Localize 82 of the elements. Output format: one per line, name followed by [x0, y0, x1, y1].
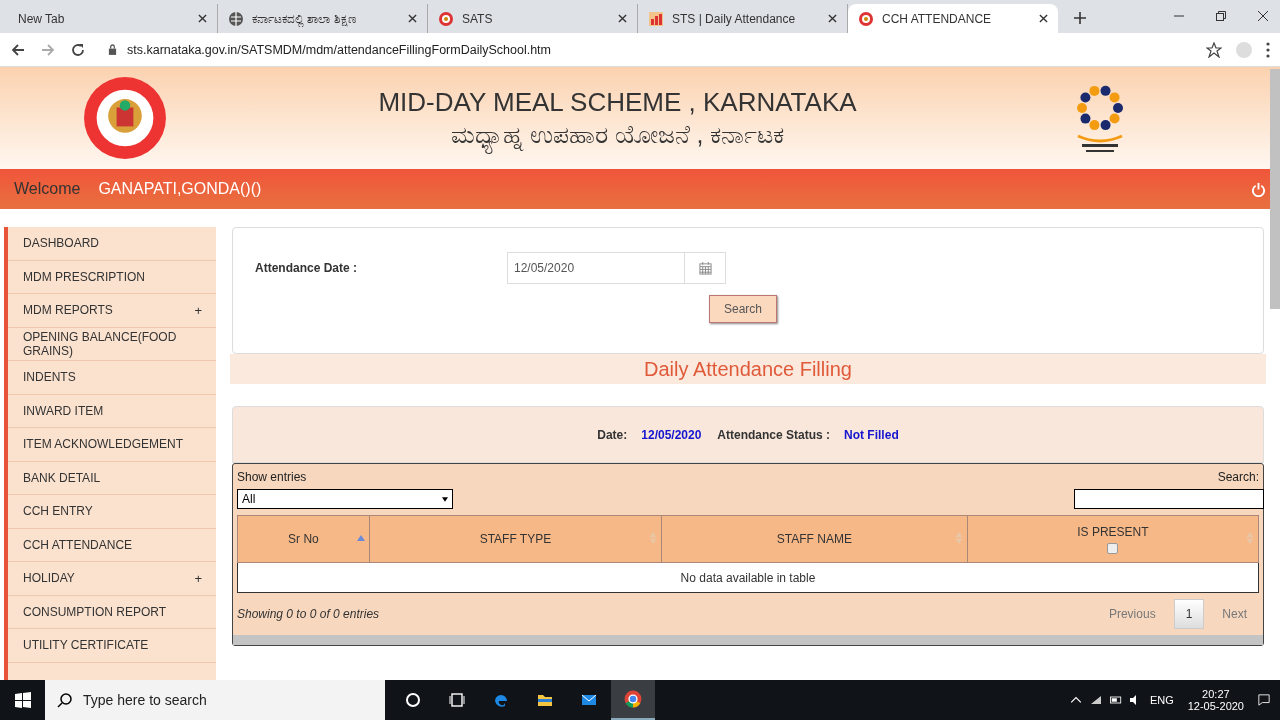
close-icon[interactable]	[1039, 14, 1048, 23]
cortana-icon[interactable]	[405, 692, 421, 708]
tab-title: CCH ATTENDANCE	[882, 11, 993, 26]
restore-icon[interactable]	[1216, 11, 1226, 21]
status-label: Attendance Status :	[717, 427, 831, 442]
calendar-icon	[698, 261, 712, 275]
page-button[interactable]: 1	[1173, 599, 1205, 629]
status-value: Not Filled	[844, 427, 899, 442]
sidebar-item[interactable]: CCH ATTENDANCE	[8, 528, 216, 562]
globe-icon	[228, 10, 244, 27]
column-header[interactable]: STAFF NAME	[661, 515, 968, 563]
search-button[interactable]: Search	[709, 295, 778, 323]
tab-title: SATS	[462, 11, 494, 26]
sidebar-item[interactable]: INWARD ITEM	[8, 394, 216, 428]
welcome-label: Welcome	[14, 180, 81, 198]
reload-icon[interactable]	[70, 41, 86, 58]
vertical-scrollbar[interactable]	[1270, 69, 1280, 309]
power-icon[interactable]	[1251, 181, 1266, 197]
back-icon[interactable]	[10, 41, 26, 58]
show-entries-label: Show entries	[237, 470, 308, 484]
battery-icon[interactable]	[1109, 694, 1122, 706]
folder-icon[interactable]	[537, 692, 553, 708]
sidebar-item[interactable]: CCH ENTRY	[8, 495, 216, 529]
close-icon[interactable]	[408, 14, 417, 23]
sidebar-item[interactable]: DASHBOARD	[8, 227, 216, 261]
sidebar-item[interactable]: BANK DETAIL	[8, 461, 216, 495]
empty-message: No data available in table	[237, 562, 1259, 593]
clock-date[interactable]: 12-05-2020	[1187, 700, 1244, 712]
emblem-icon	[858, 10, 874, 27]
taskbar-search-field[interactable]: Type here to search	[45, 680, 385, 720]
column-header[interactable]: Sr No	[237, 515, 370, 563]
task-view-icon[interactable]	[449, 692, 465, 708]
search-field[interactable]	[1074, 489, 1264, 509]
chevron-up-icon[interactable]	[1069, 694, 1082, 706]
field-label: Attendance Date :	[255, 261, 359, 275]
mail-icon[interactable]	[581, 692, 597, 708]
windows-start-icon[interactable]	[15, 692, 31, 708]
close-icon[interactable]	[1258, 11, 1268, 21]
page-title: MID-DAY MEAL SCHEME , KARNATAKA	[377, 86, 858, 118]
caret-icon	[442, 496, 448, 502]
edge-browser-icon[interactable]	[493, 692, 509, 708]
column-header[interactable]: STAFF TYPE	[369, 515, 662, 563]
sidebar-item[interactable]: INDENTS	[8, 361, 216, 395]
sidebar-item[interactable]: OPENING BALANCE(FOOD GRAINS)	[8, 327, 216, 361]
checkbox[interactable]	[1107, 542, 1119, 554]
close-icon[interactable]	[828, 14, 837, 23]
sidebar-item[interactable]: UTILITY CERTIFICATE	[8, 629, 216, 663]
table-info: Showing 0 to 0 of 0 entries	[237, 607, 380, 621]
new-tab-icon[interactable]	[1074, 12, 1086, 24]
tab-title: New Tab	[18, 11, 66, 26]
menu-icon[interactable]	[1266, 41, 1270, 58]
sidebar-item[interactable]: CONSUMPTION REPORT	[8, 595, 216, 629]
column-header[interactable]: IS PRESENT	[967, 515, 1259, 563]
clock-time[interactable]: 20:27	[1202, 688, 1230, 700]
browser-app-button[interactable]	[611, 680, 655, 720]
horizontal-scrollbar[interactable]	[233, 635, 1263, 645]
language-indicator[interactable]: ENG	[1149, 694, 1174, 706]
lock-icon	[108, 44, 117, 55]
close-icon[interactable]	[198, 14, 207, 23]
notifications-icon[interactable]	[1258, 694, 1270, 706]
sidebar-item[interactable]: MDM PRESCRIPTION	[8, 260, 216, 294]
address-field[interactable]: sts.karnataka.gov.in/SATSMDM/mdm/attendanceFillingFormDailySchool.htm	[100, 35, 1192, 64]
sidebar-item[interactable]: HOLIDAY +	[8, 562, 216, 596]
date-value: 12/05/2020	[641, 427, 702, 442]
browser-tab[interactable]: CCH ATTENDANCE	[848, 4, 1058, 33]
close-icon[interactable]	[618, 14, 627, 23]
chrome-icon	[624, 690, 642, 708]
sidebar-item[interactable]: ITEM ACKNOWLEDGEMENT	[8, 428, 216, 462]
section-title: Daily Attendance Filling	[230, 354, 1266, 384]
entries-dropdown[interactable]: All	[237, 489, 453, 509]
wifi-icon[interactable]	[1089, 694, 1102, 706]
emblem-icon	[83, 76, 167, 160]
date-label: Date:	[597, 427, 628, 442]
tab-title: STS | Daily Attendance	[672, 11, 797, 26]
sidebar-item[interactable]: MDM REPORTS +	[8, 294, 216, 328]
search-label: Search:	[1217, 470, 1259, 484]
user-name: GANAPATI,GONDA()()	[98, 180, 262, 198]
emblem-icon	[438, 10, 454, 27]
search-icon	[57, 692, 73, 708]
tab-title: ಕರ್ನಾಟಕದಲ್ಲಿ ಶಾಲಾ ಶಿಕ್ಷಣ	[252, 11, 358, 26]
bar-chart-icon	[648, 10, 664, 27]
star-icon[interactable]	[1206, 41, 1222, 58]
